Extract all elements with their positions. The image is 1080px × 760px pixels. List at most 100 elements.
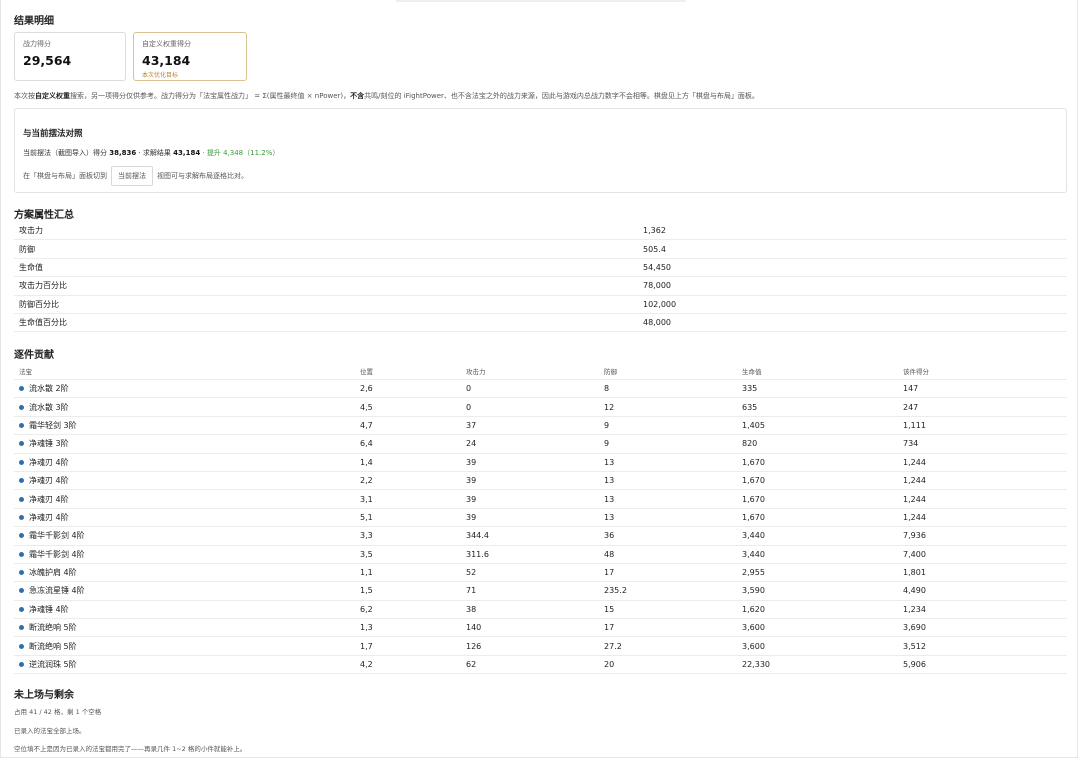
item-name: 净魂锤 4阶 xyxy=(14,600,355,620)
position: 6,2 xyxy=(355,600,461,620)
item-name-label: 流水散 3阶 xyxy=(29,402,69,412)
defense: 235.2 xyxy=(599,581,737,601)
position: 2,2 xyxy=(355,471,461,491)
item-score: 4,490 xyxy=(898,581,1067,601)
table-row: 断流绝响 5阶 1,3 140 17 3,600 3,690 xyxy=(14,618,1067,638)
table-row: 净魂锤 4阶 6,2 38 15 1,620 1,234 xyxy=(14,600,1067,620)
table-row: 净魂刃 4阶 5,1 39 13 1,670 1,244 xyxy=(14,508,1067,528)
attribute-summary-table: 攻击力 1,362 防御 505.4 生命值 54,450 攻击力百分比 78,000 防御百分… xyxy=(14,222,1067,333)
position: 1,1 xyxy=(355,563,461,583)
bullet-dot-icon xyxy=(19,404,24,410)
item-name: 霜华轻剑 3阶 xyxy=(14,416,355,436)
attribute-name: 防御百分比 xyxy=(14,295,638,314)
position: 4,7 xyxy=(355,416,461,436)
item-name: 流水散 2阶 xyxy=(14,379,355,399)
bullet-dot-icon xyxy=(19,514,24,520)
item-name: 流水散 3阶 xyxy=(14,397,355,417)
item-name-label: 净魂刃 4阶 xyxy=(29,494,69,504)
hp: 2,955 xyxy=(737,563,898,583)
item-score: 1,234 xyxy=(898,600,1067,620)
note-text: 搜索，另一项得分仅供参考。战力得分为「法宝属性战力」 = Σ(属性最终值 × n… xyxy=(70,92,351,100)
table-row: 冰魄护肩 4阶 1,1 52 17 2,955 1,801 xyxy=(14,563,1067,583)
attack: 311.6 xyxy=(461,545,599,564)
attack: 344.4 xyxy=(461,526,599,546)
remaining-hint: 空位填不上是因为已录入的法宝都用完了——再录几件 1~2 格的小件就能补上。 xyxy=(14,745,247,753)
comparison-summary: 当前摆法（截图导入）得分 38,836 · 求解结果 43,184 · 提升 4… xyxy=(23,148,279,158)
hp: 1,620 xyxy=(737,600,898,620)
bullet-dot-icon xyxy=(19,588,24,594)
top-divider xyxy=(396,0,686,2)
attribute-row: 攻击力 1,362 xyxy=(14,222,1067,241)
hp: 335 xyxy=(737,379,898,399)
item-score: 1,244 xyxy=(898,489,1067,509)
item-score: 1,244 xyxy=(898,508,1067,528)
position: 1,5 xyxy=(355,581,461,601)
attribute-name: 生命值 xyxy=(14,258,638,278)
defense: 48 xyxy=(599,545,737,564)
item-name-label: 净魂刃 4阶 xyxy=(29,512,69,522)
bullet-dot-icon xyxy=(19,478,24,484)
attack: 62 xyxy=(461,655,599,675)
solve-result-score: 43,184 xyxy=(173,149,201,157)
item-name-label: 冰魄护肩 4阶 xyxy=(29,568,77,578)
table-header-row: 法宝 位置 攻击力 防御 生命值 该件得分 xyxy=(14,362,1067,380)
current-layout-button[interactable]: 当前摆法 xyxy=(111,166,153,186)
defense: 15 xyxy=(599,600,737,620)
defense: 13 xyxy=(599,508,737,528)
hp: 1,670 xyxy=(737,508,898,528)
note-emphasis: 不含 xyxy=(350,92,365,100)
attack: 38 xyxy=(461,600,599,620)
section-title-attributes: 方案属性汇总 xyxy=(14,210,74,221)
table-row: 霜华轻剑 3阶 4,7 37 9 1,405 1,111 xyxy=(14,416,1067,436)
attribute-value: 505.4 xyxy=(638,239,1067,259)
attack: 24 xyxy=(461,434,599,454)
table-row: 流水散 3阶 4,5 0 12 635 247 xyxy=(14,397,1067,417)
attack: 39 xyxy=(461,453,599,472)
attribute-row: 生命值 54,450 xyxy=(14,258,1067,278)
position: 1,3 xyxy=(355,618,461,638)
attribute-value: 48,000 xyxy=(638,313,1067,333)
attribute-value: 54,450 xyxy=(638,258,1067,278)
item-name: 净魂刃 4阶 xyxy=(14,471,355,491)
position: 2,6 xyxy=(355,379,461,399)
item-score: 7,936 xyxy=(898,526,1067,546)
hp: 820 xyxy=(737,434,898,454)
position: 4,2 xyxy=(355,655,461,675)
column-header: 防御 xyxy=(599,362,737,380)
item-name: 净魂刃 4阶 xyxy=(14,453,355,472)
bullet-dot-icon xyxy=(19,551,24,557)
bullet-dot-icon xyxy=(19,459,24,465)
attribute-name: 攻击力百分比 xyxy=(14,276,638,296)
attribute-row: 攻击力百分比 78,000 xyxy=(14,276,1067,296)
score-explanation: 本次按自定义权重搜索，另一项得分仅供参考。战力得分为「法宝属性战力」 = Σ(属… xyxy=(14,91,759,101)
defense: 13 xyxy=(599,471,737,491)
hp: 1,405 xyxy=(737,416,898,436)
defense: 13 xyxy=(599,489,737,509)
position: 1,7 xyxy=(355,636,461,656)
item-score: 1,111 xyxy=(898,416,1067,436)
attribute-row: 防御 505.4 xyxy=(14,239,1067,259)
score-card-value: 43,184 xyxy=(142,53,191,68)
table-row: 断流绝响 5阶 1,7 126 27.2 3,600 3,512 xyxy=(14,636,1067,656)
table-row: 霜华千影剑 4阶 3,5 311.6 48 3,440 7,400 xyxy=(14,545,1067,564)
item-name-label: 霜华千影剑 4阶 xyxy=(29,549,85,559)
table-row: 逆流润珠 5阶 4,2 62 20 22,330 5,906 xyxy=(14,655,1067,675)
hp: 1,670 xyxy=(737,453,898,472)
attribute-name: 生命值百分比 xyxy=(14,313,638,333)
item-name-label: 断流绝响 5阶 xyxy=(29,623,77,633)
item-name: 霜华千影剑 4阶 xyxy=(14,545,355,564)
bullet-dot-icon xyxy=(19,606,24,612)
attribute-name: 防御 xyxy=(14,239,638,259)
position: 5,1 xyxy=(355,508,461,528)
item-score: 3,690 xyxy=(898,618,1067,638)
section-title-results: 结果明细 xyxy=(14,16,54,27)
position: 3,5 xyxy=(355,545,461,564)
hp: 1,670 xyxy=(737,471,898,491)
item-name-label: 逆流润珠 5阶 xyxy=(29,660,77,670)
comparison-title: 与当前摆法对照 xyxy=(23,129,83,139)
item-name: 冰魄护肩 4阶 xyxy=(14,563,355,583)
attack: 126 xyxy=(461,636,599,656)
position: 1,4 xyxy=(355,453,461,472)
item-score: 1,801 xyxy=(898,563,1067,583)
hp: 1,670 xyxy=(737,489,898,509)
